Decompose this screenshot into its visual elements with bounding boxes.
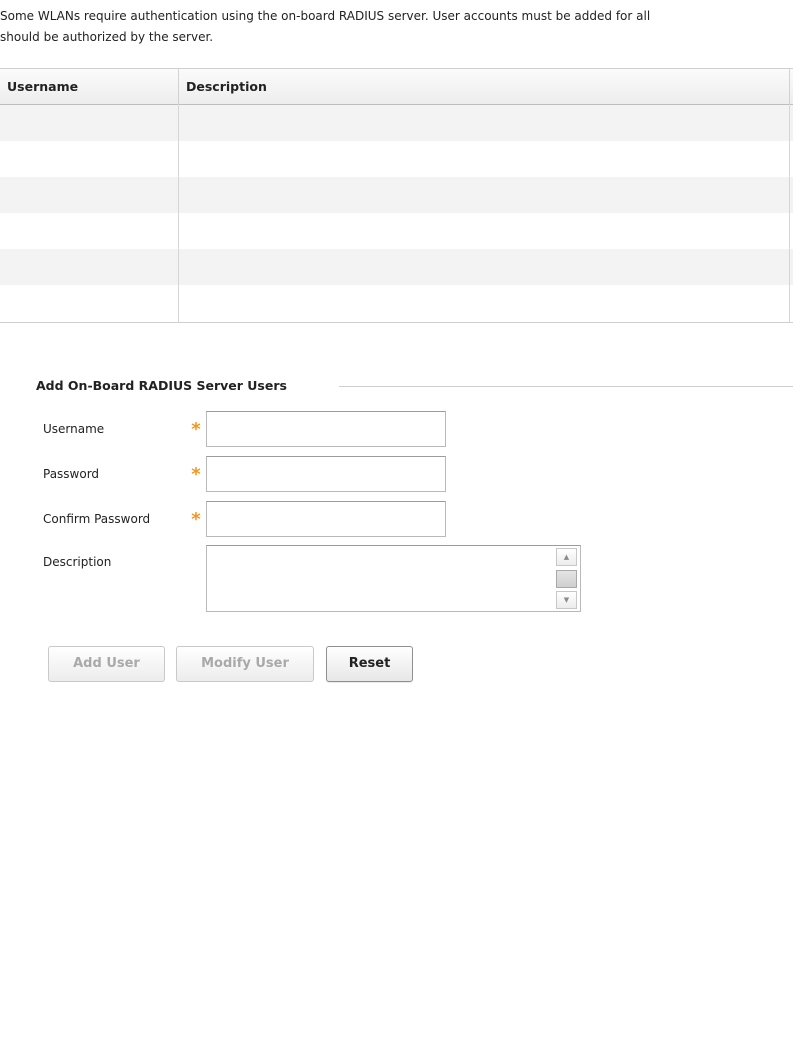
description-scrollbar[interactable]: ▲ ▼	[555, 548, 577, 609]
required-star-icon: *	[191, 464, 201, 485]
table-body	[0, 105, 793, 322]
password-label: Password	[43, 467, 100, 481]
table-row[interactable]	[0, 141, 793, 177]
table-row[interactable]	[0, 177, 793, 213]
table-row[interactable]	[0, 285, 793, 321]
password-input[interactable]	[206, 456, 446, 492]
column-divider	[789, 105, 790, 322]
fieldset-divider	[339, 386, 793, 387]
required-star-icon: *	[191, 419, 201, 440]
column-header-username[interactable]: Username	[0, 69, 178, 105]
confirm-password-label: Confirm Password	[43, 512, 151, 526]
scroll-up-arrow-icon[interactable]: ▲	[556, 548, 577, 566]
add-user-button[interactable]: Add User	[48, 646, 165, 682]
username-label: Username	[43, 422, 105, 436]
intro-line-1: Some WLANs require authentication using …	[0, 9, 651, 23]
table-row[interactable]	[0, 213, 793, 249]
reset-button[interactable]: Reset	[326, 646, 413, 682]
fieldset-title: Add On-Board RADIUS Server Users	[36, 378, 287, 393]
confirm-password-input[interactable]	[206, 501, 446, 537]
modify-user-button[interactable]: Modify User	[176, 646, 314, 682]
column-header-description[interactable]: Description	[178, 69, 789, 105]
scroll-down-arrow-icon[interactable]: ▼	[556, 591, 577, 609]
radius-users-table: Username Description	[0, 68, 793, 323]
column-divider	[178, 105, 179, 322]
description-label: Description	[43, 555, 112, 569]
required-star-icon: *	[191, 509, 201, 530]
description-textarea[interactable]	[207, 546, 555, 611]
table-row[interactable]	[0, 105, 793, 141]
column-header-filler	[789, 69, 793, 105]
username-input[interactable]	[206, 411, 446, 447]
table-header: Username Description	[0, 69, 793, 105]
intro-line-2: should be authorized by the server.	[0, 30, 214, 44]
table-row[interactable]	[0, 249, 793, 285]
description-field: ▲ ▼	[206, 545, 581, 612]
intro-text: Some WLANs require authentication using …	[0, 6, 793, 48]
scroll-thumb[interactable]	[556, 570, 577, 588]
add-users-fieldset-legend: Add On-Board RADIUS Server Users	[36, 376, 793, 396]
